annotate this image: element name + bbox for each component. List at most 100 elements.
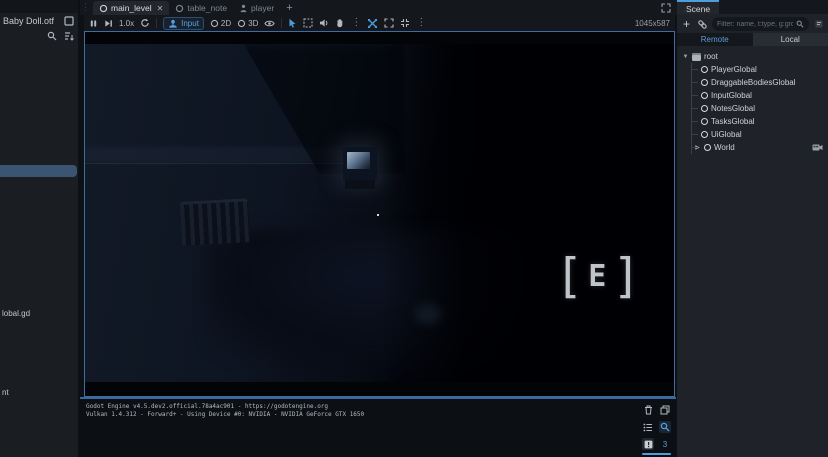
make-floating-icon[interactable] (661, 3, 671, 13)
next-frame-icon[interactable] (104, 17, 113, 30)
tv-shape (343, 147, 377, 180)
hand-pan-icon[interactable] (335, 17, 345, 30)
node-icon (701, 105, 708, 112)
file-label-nt[interactable]: nt (2, 388, 9, 397)
close-tab-icon[interactable]: ✕ (157, 4, 164, 13)
tree-row-inputglobal[interactable]: InputGlobal (677, 89, 828, 102)
search-icon[interactable] (45, 30, 58, 43)
expand-window-icon[interactable] (384, 17, 394, 30)
console-line: Vulkan 1.4.312 - Forward+ - Using Device… (86, 411, 670, 419)
error-count-badge: 3 (659, 438, 671, 450)
camera-preview-icon[interactable] (812, 143, 823, 152)
log-filter-list-icon[interactable] (642, 421, 654, 433)
tree-row-playerglobal[interactable]: PlayerGlobal (677, 63, 828, 76)
node-label: root (704, 52, 718, 61)
darkness-overlay (380, 44, 674, 382)
node-label: InputGlobal (711, 91, 752, 100)
tree-row-uiglobal[interactable]: UiGlobal (677, 128, 828, 141)
scene-dock-toolbar: + (677, 14, 828, 33)
tree-row-root[interactable]: ▼ root (677, 50, 828, 63)
tab-label: player (251, 3, 274, 13)
game-toolbar: 1.0x Input 2D 3D (84, 15, 675, 31)
add-scene-tab-button[interactable]: + (280, 2, 298, 15)
mode-2d-label: 2D (221, 19, 231, 28)
error-filter-icon[interactable] (642, 438, 654, 450)
radio-icon (237, 19, 246, 28)
tab-table-note[interactable]: table_note (169, 1, 233, 15)
log-search-icon[interactable] (659, 421, 671, 433)
scene-dock: Scene + Remote Local ▼ root (677, 0, 828, 457)
node-label: PlayerGlobal (711, 65, 757, 74)
embed-game-icon[interactable] (367, 17, 378, 30)
sort-files-icon[interactable] (62, 30, 75, 43)
faint-object-glow (415, 304, 441, 324)
suspend-icon[interactable] (89, 17, 98, 30)
file-label-global-gd[interactable]: lobal.gd (2, 309, 30, 318)
clear-log-icon[interactable] (642, 404, 654, 416)
camera-override-2d-button[interactable]: 2D (210, 19, 231, 28)
active-filter-underline (642, 453, 671, 455)
instantiate-scene-icon[interactable] (696, 18, 709, 31)
tab-label: main_level (111, 3, 152, 13)
view-menu-icon[interactable]: ⋮ (416, 18, 426, 28)
node-filter-field[interactable] (712, 17, 809, 31)
player-icon (239, 4, 248, 13)
input-mode-button[interactable]: Input (163, 17, 204, 30)
mode-3d-label: 3D (248, 19, 258, 28)
left-dock-top-strip (0, 0, 78, 13)
split-panel-icon[interactable] (62, 14, 75, 27)
remote-scene-tree: ▼ root PlayerGlobal DraggableBodiesGloba… (677, 46, 828, 154)
copy-log-icon[interactable] (659, 404, 671, 416)
interact-prompt: [ E ] (555, 254, 641, 300)
node-label: DraggableBodiesGlobal (711, 78, 796, 87)
tab-local[interactable]: Local (753, 33, 828, 46)
camera-override-3d-button[interactable]: 3D (237, 19, 258, 28)
radiator-shape (180, 198, 250, 245)
node-icon (701, 92, 708, 99)
reload-icon[interactable] (140, 17, 150, 30)
node-icon (701, 131, 708, 138)
tree-row-world[interactable]: ▶ World (677, 141, 828, 154)
output-console[interactable]: Godot Engine v4.5.dev2.official.78a4ac90… (80, 397, 676, 457)
tab-main-level[interactable]: main_level ✕ (93, 1, 169, 15)
prompt-key-e: E (588, 262, 607, 292)
tab-player[interactable]: player (233, 1, 280, 15)
rect-select-icon[interactable] (303, 17, 313, 30)
file-label-babydoll[interactable]: Baby Doll.otf (3, 16, 62, 26)
prompt-bracket-left: [ (555, 254, 583, 300)
collapse-arrow-icon[interactable]: ▼ (682, 54, 689, 60)
tree-row-tasksglobal[interactable]: TasksGlobal (677, 115, 828, 128)
tree-row-draggablebodiesglobal[interactable]: DraggableBodiesGlobal (677, 76, 828, 89)
speed-scale-label[interactable]: 1.0x (119, 19, 134, 28)
plus-icon: + (683, 19, 690, 30)
more-options-icon[interactable]: ⋮ (351, 18, 361, 28)
game-render: [ E ] (85, 44, 674, 382)
node-filter-input[interactable] (717, 21, 793, 28)
shrink-window-icon[interactable] (400, 17, 410, 30)
expand-arrow-icon[interactable]: ▶ (694, 144, 701, 151)
node-icon (701, 118, 708, 125)
scene-icon (99, 4, 108, 13)
dock-tab-strip: Scene (677, 0, 828, 14)
root-node-icon (692, 53, 701, 61)
node-label: NotesGlobal (711, 104, 755, 113)
prompt-bracket-right: ] (612, 254, 640, 300)
console-line: Godot Engine v4.5.dev2.official.78a4ac90… (86, 403, 670, 411)
tab-remote[interactable]: Remote (677, 33, 753, 46)
tree-row-notesglobal[interactable]: NotesGlobal (677, 102, 828, 115)
camera-eye-icon[interactable] (264, 17, 275, 30)
godot-editor: Baby Doll.otf lobal.gd nt ⋮ main_level ✕ (0, 0, 828, 457)
viewport-resolution-label: 1045x587 (635, 19, 670, 28)
add-node-button[interactable]: + (680, 18, 693, 31)
tv-stand-shape (345, 180, 375, 189)
tab-scene-dock[interactable]: Scene (677, 0, 719, 14)
game-viewport[interactable]: [ E ] (84, 31, 675, 397)
crosshair-dot (377, 214, 379, 216)
tab-drag-handle-icon: ⋮ (80, 1, 93, 15)
tab-label: table_note (187, 3, 227, 13)
selected-file-row[interactable] (0, 165, 77, 177)
audio-mute-icon[interactable] (319, 17, 329, 30)
select-mode-icon[interactable] (288, 17, 297, 30)
console-buttons: 3 (642, 404, 671, 457)
filter-options-icon[interactable] (812, 18, 825, 31)
